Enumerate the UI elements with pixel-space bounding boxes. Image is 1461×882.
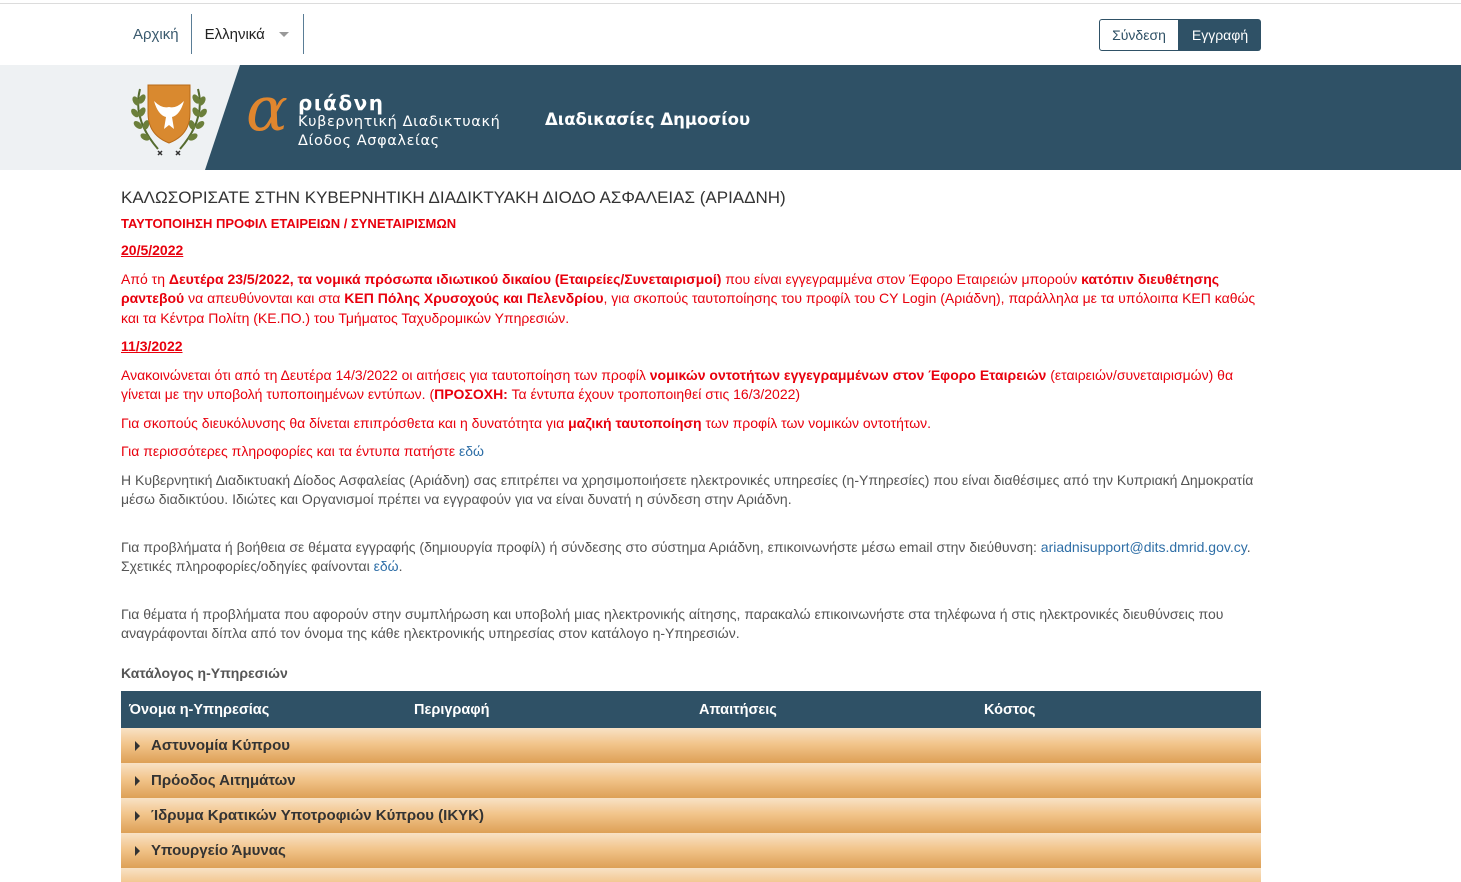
register-button[interactable]: Εγγραφή [1179,19,1261,51]
column-header-cost[interactable]: Κόστος [976,702,1261,718]
language-select[interactable]: Ελληνικά [192,14,304,54]
eservices-table: Όνομα η-Υπηρεσίας Περιγραφή Απαιτήσεις Κ… [121,691,1261,882]
emphasis: Δευτέρα 23/5/2022, τα νομικά πρόσωπα ιδι… [168,270,722,287]
announcement-date-1: 20/5/2022 [121,242,184,258]
support-paragraph: Για προβλήματα ή βοήθεια σε θέματα εγγρα… [121,538,1261,577]
instructions-link[interactable]: εδώ [374,558,399,574]
top-border [0,3,1461,4]
chevron-down-icon [278,32,289,37]
column-header-description[interactable]: Περιγραφή [406,702,691,718]
cyprus-coat-of-arms-icon [131,84,207,156]
table-row[interactable]: Πρόοδος Αιτημάτων [121,763,1261,798]
row-label: Ίδρυμα Κρατικών Υποτροφιών Κύπρου (ΙΚΥΚ) [151,807,484,825]
row-label: Αστυνομία Κύπρου [151,737,290,755]
text: . [398,558,403,574]
text: Για προβλήματα ή βοήθεια σε θέματα εγγρα… [121,538,1041,555]
table-row[interactable]: Ίδρυμα Κρατικών Υποτροφιών Κύπρου (ΙΚΥΚ) [121,798,1261,833]
catalog-title: Κατάλογος η-Υπηρεσιών [121,664,288,681]
announcement-paragraph-1: Από τη Δευτέρα 23/5/2022, τα νομικά πρόσ… [121,270,1261,329]
top-navigation: Αρχική Ελληνικά [121,14,304,54]
emphasis: νομικών οντοτήτων εγγεγραμμένων στον Έφο… [649,366,1047,383]
expand-triangle-icon [135,775,140,786]
column-header-name[interactable]: Όνομα η-Υπηρεσίας [121,702,406,718]
emphasis: ΚΕΠ Πόλης Χρυσοχούς και Πελενδρίου [344,290,604,306]
language-label: Ελληνικά [204,25,265,43]
auth-buttons: Σύνδεση Εγγραφή [1099,19,1261,51]
home-link[interactable]: Αρχική [121,14,192,54]
table-row[interactable]: Αστυνομία Κύπρου [121,728,1261,763]
text: των προφίλ των νομικών οντοτήτων. [701,414,932,431]
column-header-requirements[interactable]: Απαιτήσεις [691,702,976,718]
table-row[interactable]: Υπουργείο Άμυνας [121,833,1261,868]
row-label: Υπουργείο Άμυνας [151,842,286,860]
expand-triangle-icon [135,845,140,856]
login-button[interactable]: Σύνδεση [1099,19,1179,51]
announcement-paragraph-2: Ανακοινώνεται ότι από τη Δευτέρα 14/3/20… [121,366,1261,405]
expand-triangle-icon [135,810,140,821]
emphasis: μαζική ταυτοποίηση [568,414,702,431]
text: Για σκοπούς διευκόλυνσης θα δίνεται επιπ… [121,414,569,431]
announcement-paragraph-4: Για περισσότερες πληροφορίες και τα έντυ… [121,442,1261,462]
expand-triangle-icon [135,740,140,751]
contact-paragraph: Για θέματα ή προβλήματα που αφορούν στην… [121,605,1224,642]
logo-subtitle-line2: Δίοδος Ασφαλείας [298,133,440,149]
page-title: ΚΑΛΩΣΟΡΙΣΑΤΕ ΣΤΗΝ ΚΥΒΕΡΝΗΤΙΚΗ ΔΙΑΔΙΚΤΥΑΚ… [121,188,786,207]
text: Ανακοινώνεται ότι από τη Δευτέρα 14/3/20… [121,366,650,383]
logo-subtitle-line1: Κυβερνητική Διαδικτυακή [298,114,501,130]
main-content: ΚΑΛΩΣΟΡΙΣΑΤΕ ΣΤΗΝ ΚΥΒΕΡΝΗΤΙΚΗ ΔΙΑΔΙΚΤΥΑΚ… [121,188,1261,683]
text: Τα έντυπα έχουν τροποποιηθεί στις 16/3/2… [507,386,801,402]
row-label: Πρόοδος Αιτημάτων [151,772,296,790]
text: να απευθύνονται και στα [184,290,345,306]
text: Για περισσότερες πληροφορίες και τα έντυ… [121,443,459,459]
announcement-heading: ΤΑΥΤΟΠΟΙΗΣΗ ΠΡΟΦΙΛ ΕΤΑΙΡΕΙΩΝ / ΣΥΝΕΤΑΙΡΙ… [121,215,457,231]
header-banner: α ριάδνη Κυβερνητική Διαδικτυακή Δίοδος … [0,65,1461,170]
table-header: Όνομα η-Υπηρεσίας Περιγραφή Απαιτήσεις Κ… [121,691,1261,728]
emphasis: ΠΡΟΣΟΧΗ: [434,386,508,402]
logo-letter: α [246,72,288,145]
announcement-date-2: 11/3/2022 [121,338,183,354]
intro-paragraph: Η Κυβερνητική Διαδικτυακή Δίοδος Ασφαλεί… [121,471,1254,508]
announcement-paragraph-3: Για σκοπούς διευκόλυνσης θα δίνεται επιπ… [121,414,1261,434]
support-email-link[interactable]: ariadnisupport@dits.dmrid.gov.cy [1041,539,1247,555]
text: Από τη [121,270,169,287]
banner-section-title[interactable]: Διαδικασίες Δημοσίου [545,110,750,129]
text: που είναι εγγεγραμμένα στον Έφορο Εταιρε… [721,270,1082,287]
table-row[interactable] [121,868,1261,882]
logo-name: ριάδνη [298,91,385,115]
forms-link[interactable]: εδώ [459,443,484,459]
